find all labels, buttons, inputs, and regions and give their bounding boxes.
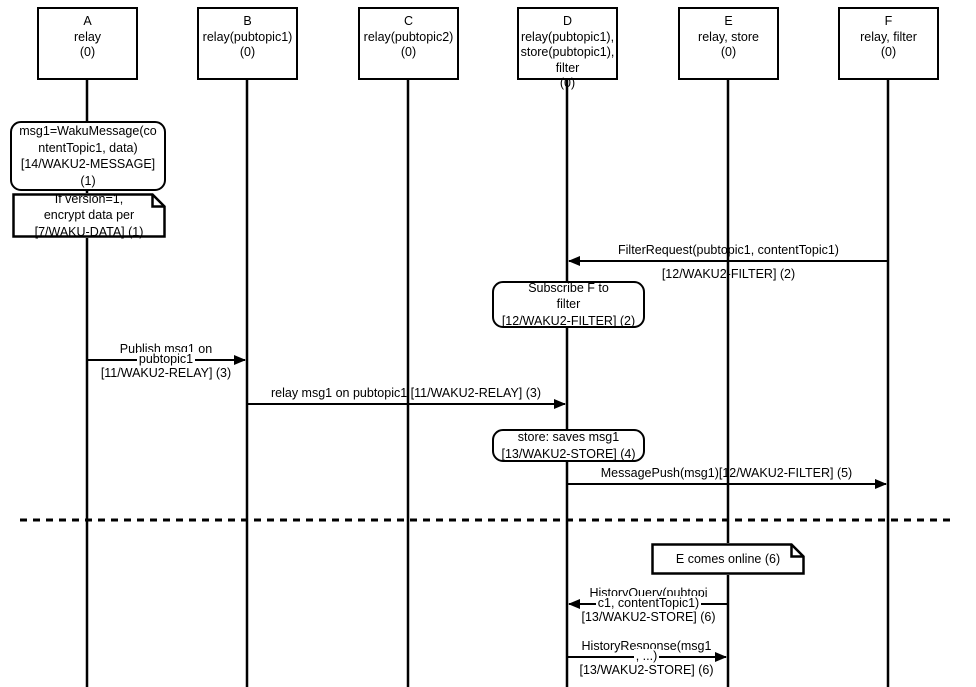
actor-name: B bbox=[243, 14, 252, 28]
message-label-below: [12/WAKU2-FILTER] (2) bbox=[661, 267, 796, 281]
message-label-below: [13/WAKU2-STORE] (6) bbox=[579, 663, 714, 677]
actor-count: (0) bbox=[880, 45, 897, 59]
message-label-relay-msg1: relay msg1 on pubtopic1 [11/WAKU2-RELAY]… bbox=[247, 386, 565, 401]
actor-box-f[interactable]: Frelay, filter (0) bbox=[838, 7, 939, 80]
actor-count: (0) bbox=[79, 45, 96, 59]
message-label-message-push: MessagePush(msg1)[12/WAKU2-FILTER] (5) bbox=[567, 466, 886, 481]
message-label-mid: , ...) bbox=[633, 649, 660, 663]
message-arrow-group bbox=[87, 256, 888, 662]
actor-count: (0) bbox=[400, 45, 417, 59]
actor-name: C bbox=[403, 14, 414, 28]
e-comes-online-note[interactable]: E comes online (6) bbox=[651, 543, 805, 575]
message-label-below-wrap-history-response: [13/WAKU2-STORE] (6) bbox=[567, 663, 726, 678]
actor-count: (0) bbox=[559, 76, 576, 90]
message-label-above: MessagePush(msg1)[12/WAKU2-FILTER] (5) bbox=[600, 466, 853, 480]
note-text: E comes online (6) bbox=[675, 551, 781, 566]
message-label-above: FilterRequest(pubtopic1, contentTopic1) bbox=[618, 243, 839, 257]
message-label-below-wrap-filter-request: [12/WAKU2-FILTER] (2) bbox=[569, 267, 888, 282]
message-label-below-wrap-publish-msg1: [11/WAKU2-RELAY] (3) bbox=[87, 366, 245, 381]
lifeline-group bbox=[85, 80, 890, 687]
actor-roles: relay, store bbox=[698, 29, 759, 44]
actor-box-e[interactable]: Erelay, store (0) bbox=[678, 7, 779, 80]
encrypt-note[interactable]: If version=1, encrypt data per [7/WAKU-D… bbox=[12, 191, 166, 239]
message-label-below: [13/WAKU2-STORE] (6) bbox=[581, 610, 716, 624]
message-label-mid-wrap-publish-msg1: pubtopic1 bbox=[87, 352, 245, 367]
message-label-below: [11/WAKU2-RELAY] (3) bbox=[100, 366, 232, 380]
msg1-definition[interactable]: msg1=WakuMessage(co ntentTopic1, data) [… bbox=[10, 121, 166, 191]
actor-name: D bbox=[562, 14, 573, 28]
message-label-mid: c1, contentTopic1) bbox=[595, 596, 702, 610]
actor-name: E bbox=[724, 14, 733, 28]
actor-roles: relay(pubtopic1), store(pubtopic1), filt… bbox=[520, 29, 615, 75]
actor-count: (0) bbox=[239, 45, 256, 59]
actor-box-d[interactable]: Drelay(pubtopic1), store(pubtopic1), fil… bbox=[517, 7, 618, 90]
note-text: If version=1, encrypt data per [7/WAKU-D… bbox=[34, 191, 144, 239]
message-label-mid-wrap-history-response: , ...) bbox=[567, 649, 726, 664]
actor-roles: relay bbox=[73, 29, 102, 44]
subscribe-f-to-filter[interactable]: Subscribe F to filter [12/WAKU2-FILTER] … bbox=[492, 281, 645, 328]
sequence-diagram: Arelay (0) Brelay(pubtopic1) (0) Crelay(pubt… bbox=[0, 0, 976, 687]
actor-count: (0) bbox=[720, 45, 737, 59]
actor-name: A bbox=[83, 14, 92, 28]
actor-roles: relay(pubtopic2) bbox=[363, 29, 454, 44]
actor-box-b[interactable]: Brelay(pubtopic1) (0) bbox=[197, 7, 298, 80]
message-label-below-wrap-history-query: [13/WAKU2-STORE] (6) bbox=[569, 610, 728, 625]
actor-box-a[interactable]: Arelay (0) bbox=[37, 7, 138, 80]
message-label-filter-request: FilterRequest(pubtopic1, contentTopic1) bbox=[569, 243, 888, 258]
message-label-mid: pubtopic1 bbox=[136, 352, 196, 366]
actor-roles: relay, filter bbox=[860, 29, 917, 44]
message-label-mid-wrap-history-query: c1, contentTopic1) bbox=[569, 596, 728, 611]
store-saves-msg1[interactable]: store: saves msg1 [13/WAKU2-STORE] (4) bbox=[492, 429, 645, 462]
actor-roles: relay(pubtopic1) bbox=[202, 29, 293, 44]
message-label-above: relay msg1 on pubtopic1 [11/WAKU2-RELAY]… bbox=[270, 386, 542, 400]
actor-box-c[interactable]: Crelay(pubtopic2) (0) bbox=[358, 7, 459, 80]
actor-name: F bbox=[884, 14, 893, 28]
